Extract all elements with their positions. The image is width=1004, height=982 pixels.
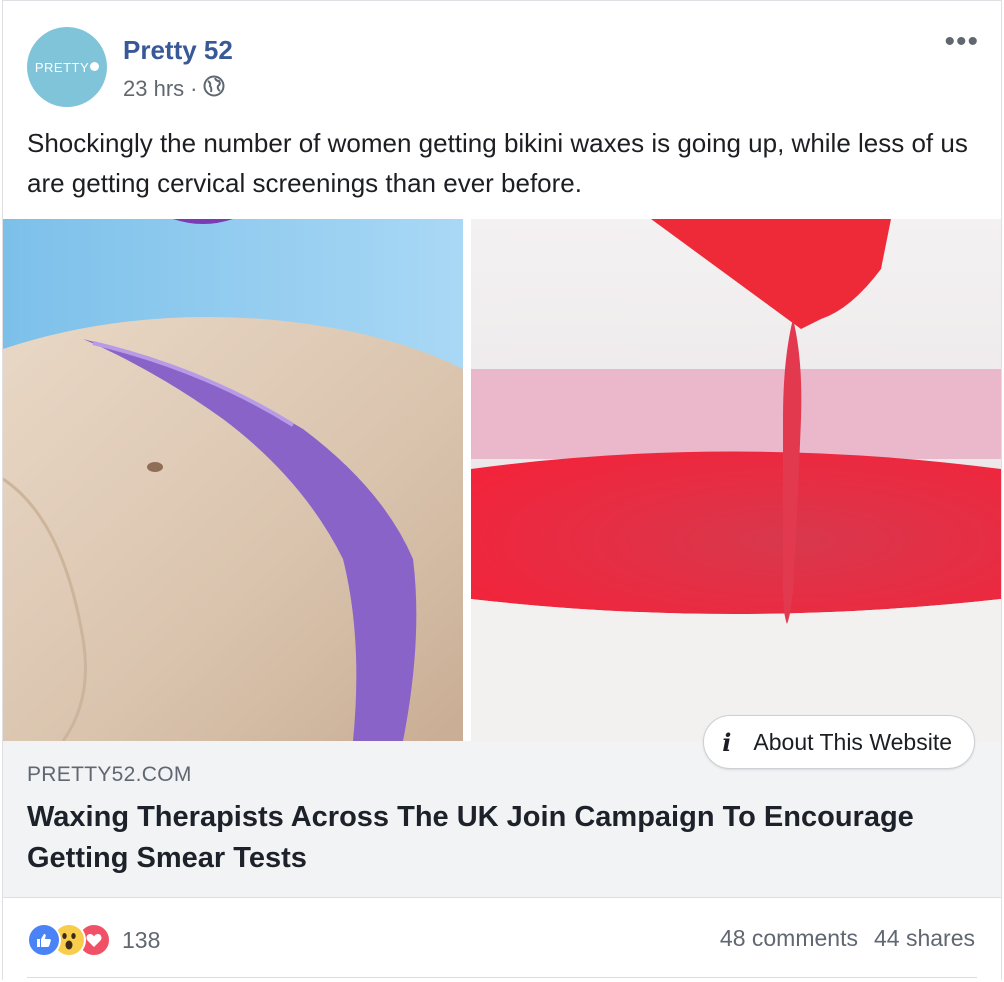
- meta-separator: ·: [190, 76, 198, 101]
- avatar-logo-text: PRETTY: [35, 60, 100, 75]
- image-divider: [463, 219, 471, 741]
- more-options-icon[interactable]: •••: [944, 27, 979, 57]
- comments-count-link[interactable]: 48 comments: [720, 925, 858, 952]
- facebook-post: PRETTY Pretty 52 23 hrs · ••• Shockingly…: [2, 0, 1002, 980]
- about-this-website-label: About This Website: [753, 728, 952, 755]
- post-message: Shockingly the number of women getting b…: [27, 128, 968, 198]
- globe-icon[interactable]: [203, 75, 225, 103]
- footer-divider: [27, 977, 977, 978]
- bikini-photo[interactable]: [3, 219, 463, 741]
- page-avatar[interactable]: PRETTY: [27, 27, 107, 107]
- about-this-website-button[interactable]: i About This Website: [703, 715, 975, 769]
- wax-photo[interactable]: [471, 219, 1001, 741]
- link-title[interactable]: Waxing Therapists Across The UK Join Cam…: [27, 797, 927, 879]
- reactions-summary[interactable]: 138: [27, 923, 160, 957]
- post-meta: 23 hrs ·: [123, 75, 225, 103]
- page-name-link[interactable]: Pretty 52: [123, 35, 233, 66]
- avatar-badge-dot: [90, 61, 100, 71]
- info-icon: i: [722, 727, 732, 757]
- shares-count-link[interactable]: 44 shares: [874, 925, 975, 952]
- post-timestamp[interactable]: 23 hrs: [123, 76, 184, 102]
- reaction-count: 138: [122, 926, 161, 953]
- engagement-counts: 48 comments 44 shares: [720, 925, 975, 952]
- like-reaction-icon: [27, 923, 61, 957]
- post-media[interactable]: [3, 219, 1001, 741]
- link-domain[interactable]: PRETTY52.COM: [27, 763, 192, 787]
